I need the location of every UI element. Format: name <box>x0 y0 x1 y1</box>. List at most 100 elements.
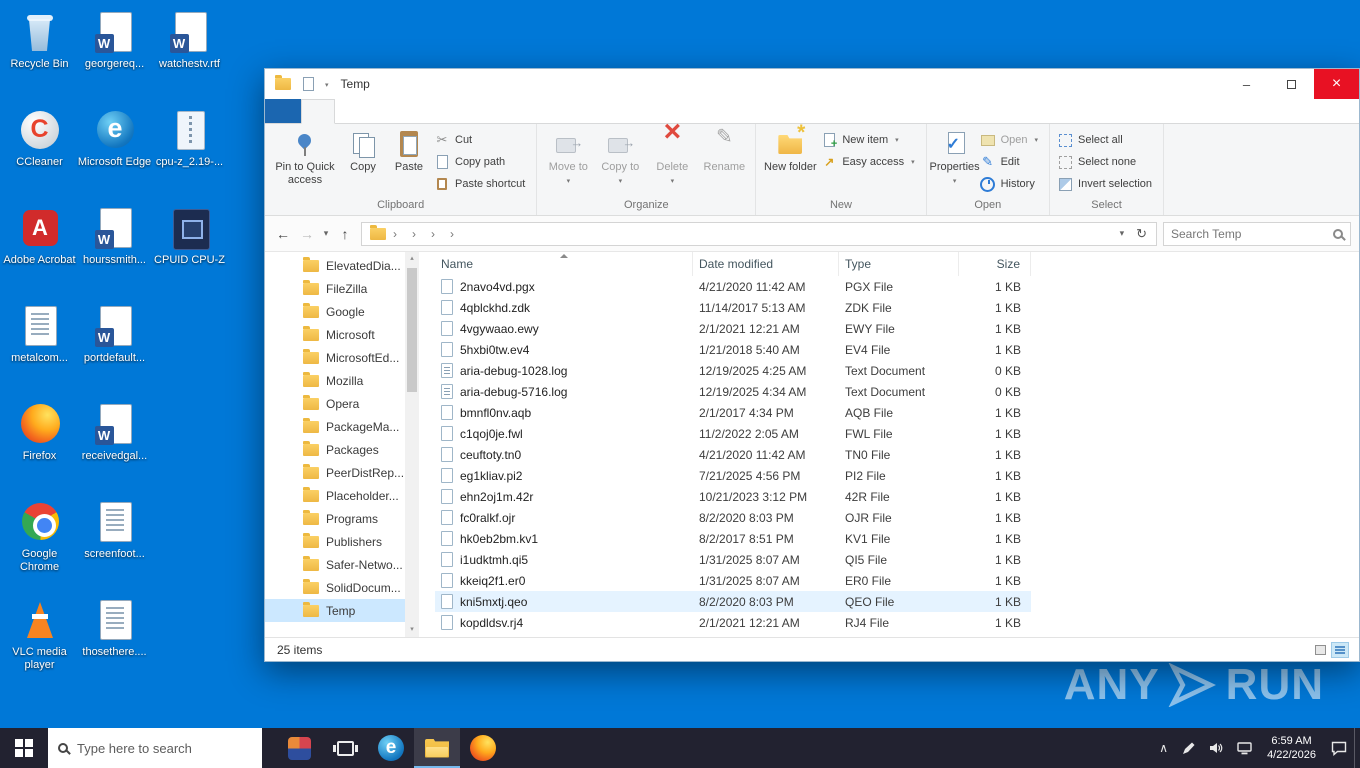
desktop-icon[interactable]: Recycle Bin <box>2 8 77 106</box>
tree-item[interactable]: Publishers <box>265 530 405 553</box>
show-desktop-button[interactable] <box>1354 728 1360 768</box>
file-row[interactable]: kkeiq2f1.er0 1/31/2025 8:07 AM ER0 File … <box>435 570 1031 591</box>
file-row[interactable]: kni5mxtj.qeo 8/2/2020 8:03 PM QEO File 1… <box>435 591 1031 612</box>
tree-item[interactable]: Safer-Netwo... <box>265 553 405 576</box>
taskbar-edge-button[interactable] <box>368 728 414 768</box>
tree-item[interactable]: ElevatedDia... <box>265 254 405 277</box>
up-button[interactable]: ↑ <box>333 226 357 242</box>
tree-item[interactable]: FileZilla <box>265 277 405 300</box>
desktop-icon[interactable]: receivedgal... <box>77 400 152 498</box>
tree-item[interactable]: Temp <box>265 599 405 622</box>
desktop-icon[interactable]: CPUID CPU-Z <box>152 204 227 302</box>
breadcrumb-item[interactable] <box>424 225 443 243</box>
explorer-search-input[interactable] <box>1171 226 1333 241</box>
maximize-button[interactable] <box>1269 69 1314 99</box>
file-row[interactable]: aria-debug-5716.log 12/19/2025 4:34 AM T… <box>435 381 1031 402</box>
taskbar-pinned-app-button[interactable] <box>276 728 322 768</box>
column-header[interactable]: Date modified <box>693 252 839 276</box>
ribbon-tab[interactable] <box>367 99 399 123</box>
file-row[interactable]: hk0eb2bm.kv1 8/2/2017 8:51 PM KV1 File 1… <box>435 528 1031 549</box>
history-button[interactable]: History <box>978 173 1044 195</box>
desktop-icon[interactable]: VLC media player <box>2 596 77 694</box>
action-center-button[interactable] <box>1324 728 1354 768</box>
tree-item[interactable]: PeerDistRep... <box>265 461 405 484</box>
move-to-button[interactable]: Move to ▾ <box>542 126 594 190</box>
scroll-up-button[interactable]: ▴ <box>410 252 414 266</box>
refresh-icon[interactable]: ↻ <box>1131 226 1152 242</box>
breadcrumb-item[interactable] <box>443 225 462 243</box>
desktop-icon[interactable]: thosethere.... <box>77 596 152 694</box>
start-button[interactable] <box>0 728 48 768</box>
file-row[interactable]: kopdldsv.rj4 2/1/2021 12:21 AM RJ4 File … <box>435 612 1031 633</box>
tree-item[interactable]: PackageMa... <box>265 415 405 438</box>
file-row[interactable]: bmnfl0nv.aqb 2/1/2017 4:34 PM AQB File 1… <box>435 402 1031 423</box>
details-view-button[interactable] <box>1331 641 1349 658</box>
desktop-icon[interactable]: CCleaner <box>2 106 77 204</box>
select-all-button[interactable]: Select all <box>1055 129 1158 151</box>
customize-quick-access-icon[interactable]: ▾ <box>325 81 329 89</box>
tree-item[interactable]: Packages <box>265 438 405 461</box>
forward-button[interactable]: → <box>295 226 319 242</box>
ribbon-tab[interactable] <box>301 99 335 124</box>
network-icon[interactable] <box>1230 728 1259 768</box>
new-folder-button[interactable]: New folder <box>761 126 819 176</box>
paste-shortcut-button[interactable]: Paste shortcut <box>432 173 531 195</box>
tree-item[interactable]: SolidDocum... <box>265 576 405 599</box>
breadcrumb-item[interactable] <box>386 225 405 243</box>
address-dropdown-icon[interactable]: ▾ <box>1113 228 1132 239</box>
desktop-icon[interactable]: portdefault... <box>77 302 152 400</box>
copy-button[interactable]: Copy <box>340 126 386 176</box>
desktop-icon[interactable]: georgereq... <box>77 8 152 106</box>
taskbar-search[interactable] <box>48 728 262 768</box>
desktop-icon[interactable]: Microsoft Edge <box>77 106 152 204</box>
desktop-icon[interactable]: Google Chrome <box>2 498 77 596</box>
desktop-icon[interactable]: hourssmith... <box>77 204 152 302</box>
hidden-icons-button[interactable]: ∧ <box>1152 728 1175 768</box>
desktop-icon[interactable]: metalcom... <box>2 302 77 400</box>
breadcrumb-item[interactable] <box>405 225 424 243</box>
desktop-icon[interactable]: Adobe Acrobat <box>2 204 77 302</box>
desktop-icon[interactable]: cpu-z_2.19-... <box>152 106 227 204</box>
easy-access-button[interactable]: Easy access ▾ <box>819 151 920 173</box>
tree-item[interactable]: Google <box>265 300 405 323</box>
file-row[interactable]: eg1kliav.pi2 7/21/2025 4:56 PM PI2 File … <box>435 465 1031 486</box>
scrollbar-thumb[interactable] <box>407 268 417 392</box>
file-row[interactable]: 4qblckhd.zdk 11/14/2017 5:13 AM ZDK File… <box>435 297 1031 318</box>
column-header[interactable]: Name <box>435 252 693 276</box>
invert-selection-button[interactable]: Invert selection <box>1055 173 1158 195</box>
file-row[interactable]: c1qoj0je.fwl 11/2/2022 2:05 AM FWL File … <box>435 423 1031 444</box>
minimize-button[interactable]: – <box>1224 69 1269 99</box>
edit-button[interactable]: Edit <box>978 151 1044 173</box>
select-none-button[interactable]: Select none <box>1055 151 1158 173</box>
delete-button[interactable]: Delete ▾ <box>646 125 698 190</box>
close-button[interactable]: × <box>1314 69 1359 99</box>
rename-button[interactable]: Rename <box>698 126 750 176</box>
open-button[interactable]: Open ▾ <box>978 129 1044 151</box>
copy-to-button[interactable]: Copy to ▾ <box>594 126 646 190</box>
taskbar-firefox-button[interactable] <box>460 728 506 768</box>
column-header[interactable]: Type <box>839 252 959 276</box>
file-row[interactable]: i1udktmh.qi5 1/31/2025 8:07 AM QI5 File … <box>435 549 1031 570</box>
taskbar-file-explorer-button[interactable] <box>414 728 460 768</box>
tree-item[interactable]: Placeholder... <box>265 484 405 507</box>
file-row[interactable]: 4vgywaao.ewy 2/1/2021 12:21 AM EWY File … <box>435 318 1031 339</box>
file-row[interactable]: ehn2oj1m.42r 10/21/2023 3:12 PM 42R File… <box>435 486 1031 507</box>
cut-button[interactable]: ✂ Cut <box>432 129 531 151</box>
pen-icon[interactable] <box>1175 728 1202 768</box>
file-row[interactable]: 5hxbi0tw.ev4 1/21/2018 5:40 AM EV4 File … <box>435 339 1031 360</box>
tree-item[interactable]: Programs <box>265 507 405 530</box>
thumbnail-view-button[interactable] <box>1311 642 1329 658</box>
ribbon-tab[interactable] <box>265 99 301 123</box>
desktop-icon[interactable]: screenfoot... <box>77 498 152 596</box>
sidebar-scrollbar[interactable]: ▴ ▾ <box>405 252 419 637</box>
tree-item[interactable]: Opera <box>265 392 405 415</box>
file-row[interactable]: ceuftoty.tn0 4/21/2020 11:42 AM TN0 File… <box>435 444 1031 465</box>
window-titlebar[interactable]: ▾ Temp – × <box>265 69 1359 99</box>
quick-access-properties-icon[interactable] <box>300 77 316 91</box>
new-item-button[interactable]: New item ▾ <box>819 129 920 151</box>
pin-to-quick-access-button[interactable]: Pin to Quick access <box>270 126 340 189</box>
tree-item[interactable]: Microsoft <box>265 323 405 346</box>
explorer-search-box[interactable] <box>1163 221 1351 246</box>
desktop-icon[interactable]: watchestv.rtf <box>152 8 227 106</box>
column-header[interactable]: Size <box>959 252 1031 276</box>
